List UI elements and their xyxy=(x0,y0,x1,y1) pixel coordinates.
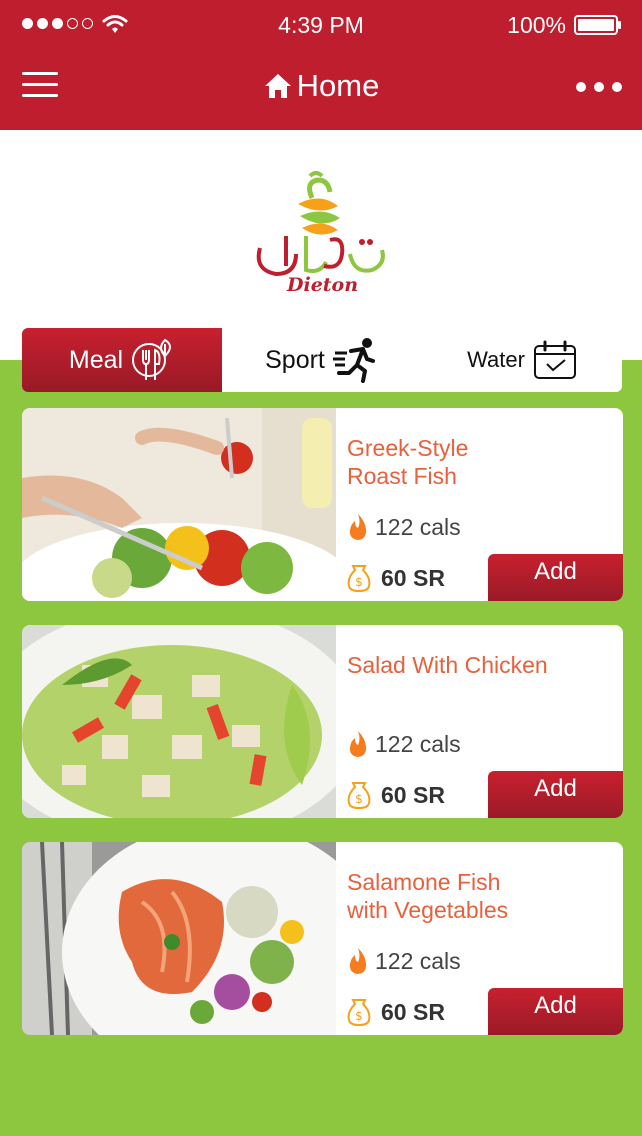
calendar-check-icon xyxy=(533,340,576,379)
meal-card[interactable]: Salad With Chicken 122 cals $ 60 SR Add xyxy=(22,625,623,818)
runner-icon xyxy=(332,338,375,383)
meal-calories: 122 cals xyxy=(375,730,461,757)
meal-name: Salad With Chicken xyxy=(347,652,548,678)
svg-text:$: $ xyxy=(355,575,363,589)
salmon-plate-photo xyxy=(22,842,336,1035)
money-bag-icon: $ xyxy=(347,565,371,592)
flame-icon xyxy=(349,948,367,974)
battery-percentage: 100% xyxy=(507,12,566,38)
logo-text: Dieton xyxy=(287,274,359,296)
tab-sport-label: Sport xyxy=(265,345,325,374)
tab-sport[interactable]: Sport xyxy=(222,328,422,392)
battery-icon xyxy=(574,15,621,35)
flame-icon xyxy=(349,514,367,540)
tab-meal-label: Meal xyxy=(68,345,124,374)
add-meal-button[interactable]: Add xyxy=(488,988,623,1035)
category-tabs: Meal Sport Water xyxy=(22,328,622,392)
status-bar: 4:39 PM 100% xyxy=(0,0,642,50)
meal-card[interactable]: Salamone Fish with Vegetables 122 cals $… xyxy=(22,842,623,1035)
salad-fork-photo xyxy=(22,408,336,601)
tab-water-label: Water xyxy=(467,347,525,372)
app-header: 4:39 PM 100% Home xyxy=(0,0,642,130)
meal-price: 60 SR xyxy=(381,781,445,808)
svg-text:$: $ xyxy=(355,792,363,806)
tab-water[interactable]: Water xyxy=(422,328,622,392)
home-icon xyxy=(264,74,291,98)
money-bag-icon: $ xyxy=(347,999,371,1026)
meal-fork-leaf-icon xyxy=(132,338,172,380)
add-meal-button[interactable]: Add xyxy=(488,554,623,601)
chicken-salad-photo xyxy=(22,625,336,818)
meal-name: Greek-Style Roast Fish xyxy=(347,435,469,489)
more-options-icon[interactable] xyxy=(576,82,622,92)
flame-icon xyxy=(349,731,367,757)
svg-text:$: $ xyxy=(355,1009,363,1023)
money-bag-icon: $ xyxy=(347,782,371,809)
meal-calories: 122 cals xyxy=(375,947,461,974)
meal-price: 60 SR xyxy=(381,564,445,591)
add-meal-button[interactable]: Add xyxy=(488,771,623,818)
meal-card[interactable]: Greek-Style Roast Fish 122 cals $ 60 SR … xyxy=(22,408,623,601)
meal-calories: 122 cals xyxy=(375,513,461,540)
meal-name: Salamone Fish with Vegetables xyxy=(347,869,509,923)
tab-meal[interactable]: Meal xyxy=(22,328,222,392)
meal-price: 60 SR xyxy=(381,998,445,1025)
page-title: Home xyxy=(296,68,380,103)
nav-bar: Home xyxy=(0,60,642,120)
